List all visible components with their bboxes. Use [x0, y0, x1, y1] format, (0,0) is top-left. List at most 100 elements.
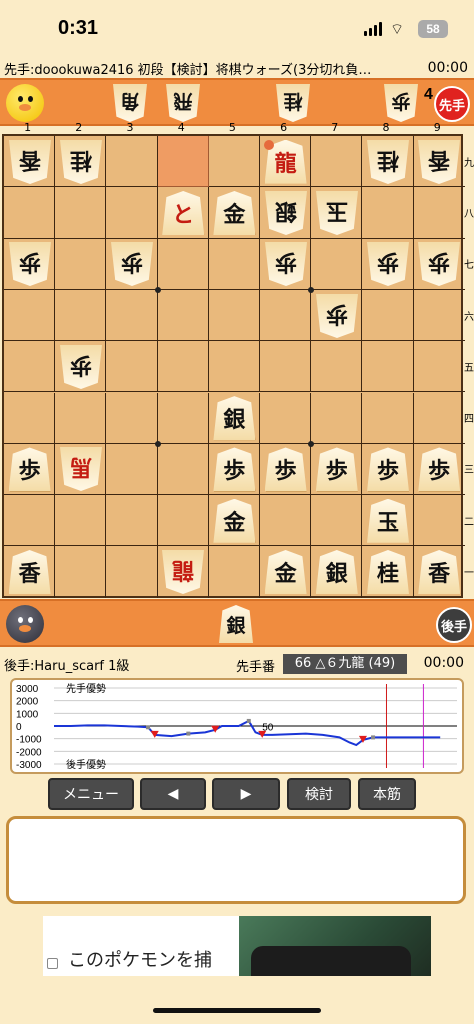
board-piece-sente[interactable]: 香	[8, 550, 51, 595]
board-piece-gote[interactable]: 玉	[316, 191, 358, 235]
hand-piece-rook[interactable]: 飛	[166, 84, 200, 122]
board-piece-gote[interactable]: 歩	[60, 345, 102, 389]
board-square[interactable]	[208, 289, 260, 342]
board-square[interactable]	[208, 136, 260, 188]
evaluation-graph[interactable]: 3000 2000 1000 0 -1000 -2000 -3000 先手優勢 後手優勢 50	[10, 678, 464, 774]
board-square[interactable]	[311, 136, 363, 188]
board-square[interactable]	[362, 392, 414, 444]
board-piece-gote[interactable]: 歩	[316, 294, 358, 338]
board-square[interactable]	[260, 341, 312, 393]
board-square[interactable]	[157, 341, 209, 393]
board-square[interactable]	[311, 392, 363, 444]
board-square[interactable]	[260, 392, 312, 444]
board-piece-gote[interactable]: 銀	[265, 191, 307, 235]
board-piece-sente[interactable]: 銀	[213, 396, 256, 441]
board-piece-sente[interactable]: 歩	[315, 447, 358, 492]
board-square[interactable]	[413, 393, 465, 444]
board-square[interactable]	[55, 289, 107, 342]
column-label: 9	[433, 121, 441, 134]
graph-move-point	[186, 731, 191, 736]
board-piece-sente[interactable]: 玉	[367, 498, 409, 543]
prev-move-button[interactable]: ◀	[140, 778, 206, 810]
board-square[interactable]	[260, 289, 312, 342]
board-piece-sente[interactable]: 金	[213, 190, 256, 235]
board-piece-gote[interactable]: 歩	[418, 242, 460, 286]
main-line-button[interactable]: 本筋	[358, 778, 416, 810]
board-square[interactable]	[208, 341, 260, 393]
board-square[interactable]	[106, 289, 158, 342]
board-piece-sente[interactable]: 金	[213, 498, 256, 543]
board-square[interactable]	[413, 187, 465, 239]
board-square[interactable]	[106, 392, 158, 444]
gote-avatar[interactable]	[6, 84, 44, 122]
next-move-button[interactable]: ▶	[212, 778, 280, 810]
board-square[interactable]	[209, 546, 260, 598]
hand-piece-bishop[interactable]: 角	[113, 84, 147, 122]
board-square[interactable]	[55, 238, 107, 290]
board-square[interactable]	[4, 495, 56, 547]
board-square[interactable]	[106, 546, 158, 598]
board-square[interactable]	[106, 443, 158, 496]
comment-box[interactable]	[6, 816, 466, 904]
board-square[interactable]	[157, 392, 209, 444]
hand-piece-silver[interactable]: 銀	[219, 605, 253, 643]
board-square[interactable]	[157, 238, 209, 290]
menu-button[interactable]: メニュー	[48, 778, 134, 810]
board-square[interactable]	[157, 289, 209, 342]
row-label: 一	[464, 568, 474, 580]
board-piece-sente[interactable]: 銀	[315, 550, 358, 595]
hand-piece-pawn[interactable]: 歩	[384, 84, 418, 122]
board-piece-sente[interactable]: と	[162, 190, 205, 235]
board-square[interactable]	[106, 495, 158, 547]
board-square[interactable]	[106, 187, 158, 239]
board-piece-gote[interactable]: 歩	[265, 242, 307, 286]
board-square[interactable]	[362, 289, 414, 342]
board-piece-sente[interactable]: 歩	[213, 447, 256, 492]
advertisement-banner[interactable]: このポケモンを捕	[43, 916, 431, 976]
board-square[interactable]	[4, 187, 56, 239]
board-piece-gote[interactable]: 香	[418, 140, 460, 184]
board-square[interactable]	[106, 136, 158, 188]
board-square[interactable]	[106, 341, 158, 393]
board-piece-sente[interactable]: 歩	[418, 447, 461, 492]
board-square[interactable]	[413, 495, 465, 547]
board-piece-gote[interactable]: 歩	[367, 242, 409, 286]
board-square[interactable]	[55, 392, 107, 444]
board-piece-sente[interactable]: 香	[418, 550, 461, 595]
board-square[interactable]	[55, 546, 107, 598]
review-button[interactable]: 検討	[287, 778, 351, 810]
board-piece-gote[interactable]: 馬	[60, 447, 102, 491]
board-piece-sente[interactable]: 歩	[264, 447, 307, 492]
board-square[interactable]	[311, 495, 363, 547]
hand-piece-knight[interactable]: 桂	[276, 84, 310, 122]
board-square[interactable]	[362, 187, 414, 239]
board-square[interactable]	[311, 238, 363, 290]
board-square[interactable]	[55, 495, 107, 547]
board-piece-sente[interactable]: 桂	[367, 550, 409, 595]
board-square[interactable]	[55, 187, 107, 239]
board-piece-sente[interactable]: 歩	[8, 447, 51, 492]
shogi-board[interactable]: 香桂龍桂香と金銀玉歩歩歩歩歩歩歩銀歩馬歩歩歩歩歩金玉香龍金銀桂香	[2, 134, 465, 598]
ad-info-icon[interactable]	[47, 958, 58, 969]
board-piece-sente[interactable]: 歩	[367, 447, 409, 492]
home-indicator[interactable]	[153, 1008, 321, 1013]
board-square[interactable]	[413, 341, 465, 393]
board-square[interactable]	[260, 495, 312, 547]
board-piece-gote[interactable]: 桂	[367, 140, 409, 184]
board-square[interactable]	[311, 341, 363, 393]
board-piece-gote[interactable]: 歩	[9, 242, 51, 286]
board-piece-gote[interactable]: 桂	[60, 140, 102, 184]
board-square[interactable]	[362, 341, 414, 393]
board-piece-gote[interactable]: 龍	[162, 550, 204, 594]
board-square[interactable]	[4, 392, 56, 444]
board-piece-gote[interactable]: 歩	[111, 242, 153, 286]
board-square[interactable]	[157, 443, 209, 496]
sente-avatar[interactable]	[6, 605, 44, 643]
board-square[interactable]	[413, 290, 465, 342]
board-square[interactable]	[4, 289, 56, 342]
board-square[interactable]	[4, 341, 56, 393]
board-piece-gote[interactable]: 香	[9, 140, 51, 184]
board-square[interactable]	[157, 495, 209, 547]
board-square[interactable]	[208, 238, 260, 290]
board-piece-sente[interactable]: 金	[264, 550, 307, 595]
